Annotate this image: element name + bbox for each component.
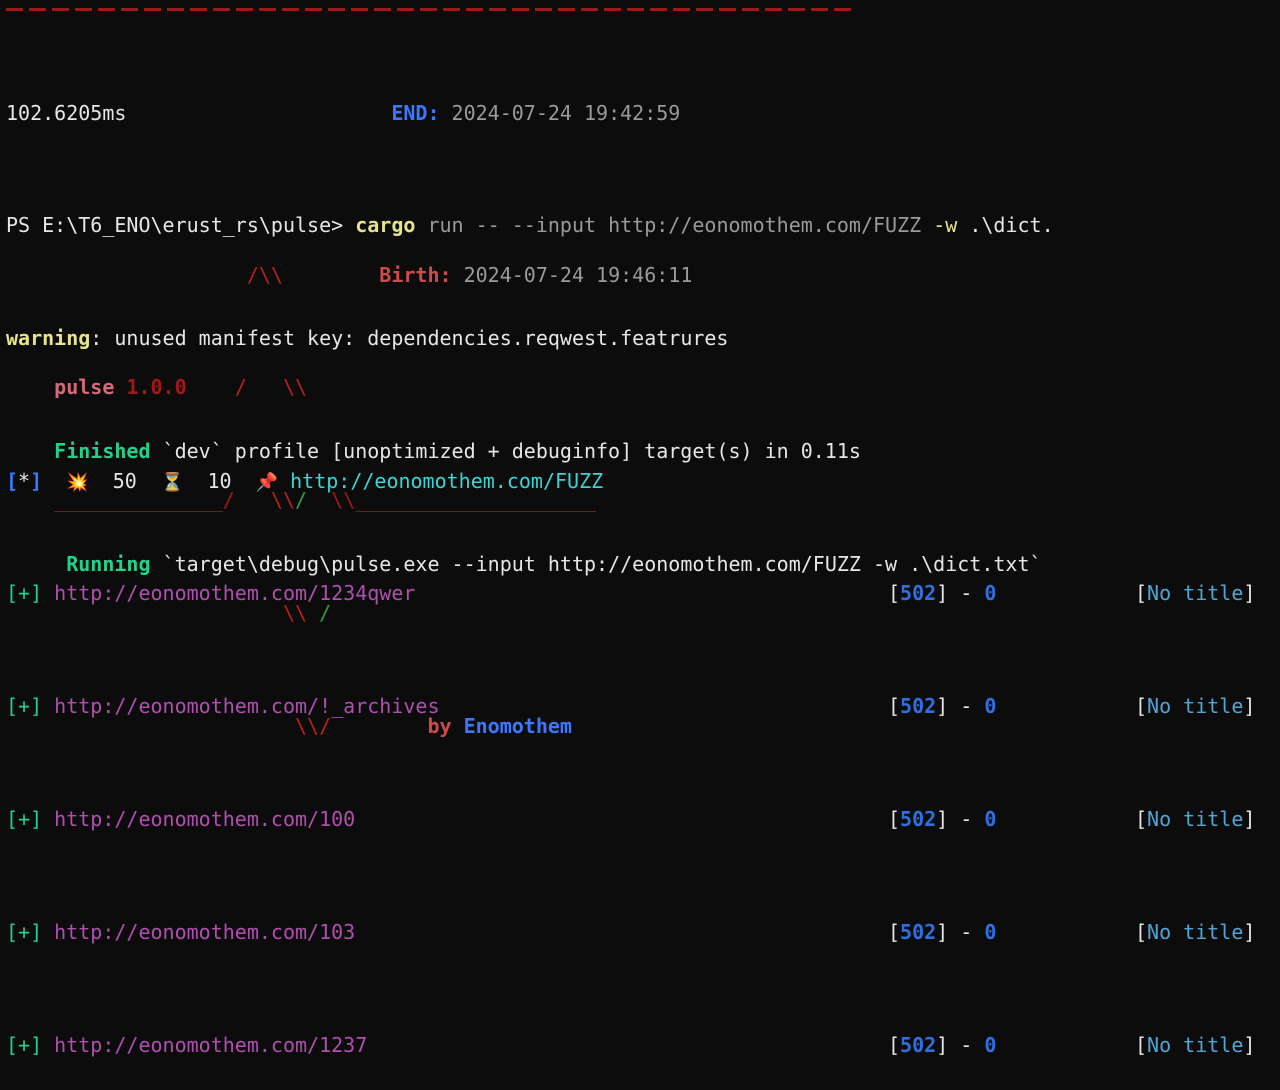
- thread-count: 50: [112, 468, 137, 493]
- title-bracket-open: [: [1135, 919, 1148, 944]
- banner-line-1: /\\ Birth: 2024-07-24 19:46:11: [0, 261, 1280, 289]
- page-title: No title: [1147, 807, 1244, 831]
- response-size: 0: [984, 807, 997, 831]
- response-size: 0: [984, 581, 997, 606]
- status-bracket-close: ]: [936, 1032, 949, 1057]
- result-status-group: [502] - 0: [888, 805, 996, 833]
- status-marker-char: *: [18, 468, 31, 493]
- result-title-group: [No title]: [1135, 1031, 1255, 1059]
- separator-dash: -: [960, 581, 973, 606]
- result-marker: [+]: [6, 1032, 43, 1057]
- response-size: 0: [984, 694, 997, 719]
- status-code: 502: [900, 694, 937, 719]
- result-marker: [+]: [6, 581, 43, 606]
- result-url[interactable]: http://eonomothem.com/100: [54, 807, 355, 831]
- top-divider-rule: [6, 8, 855, 11]
- response-size: 0: [984, 1032, 997, 1057]
- table-row[interactable]: [+] http://eonomothem.com/103 [502] - 0 [N…: [0, 918, 1280, 946]
- birth-timestamp: 2024-07-24 19:46:11: [463, 262, 693, 287]
- result-marker: [+]: [6, 807, 43, 831]
- status-bracket-open: [: [888, 694, 901, 719]
- banner-art-top: /\\: [246, 262, 283, 287]
- result-title-group: [No title]: [1135, 918, 1255, 946]
- end-label: END:: [391, 100, 440, 125]
- title-bracket-close: ]: [1243, 1032, 1256, 1057]
- result-marker: [+]: [6, 919, 43, 944]
- title-bracket-open: [: [1135, 1032, 1148, 1057]
- result-title-group: [No title]: [1135, 579, 1255, 607]
- status-code: 502: [900, 919, 937, 944]
- result-url[interactable]: http://eonomothem.com/1234qwer: [54, 581, 415, 605]
- page-title: No title: [1147, 1032, 1244, 1057]
- result-status-group: [502] - 0: [888, 1031, 996, 1059]
- separator-dash: -: [960, 807, 973, 831]
- scan-status-line: [*] 💥 50 ⏳ 10 📌 http://eonomothem.com/FU…: [0, 467, 1280, 495]
- result-url[interactable]: http://eonomothem.com/1237: [54, 1033, 367, 1057]
- elapsed-time: 102.6205ms: [6, 100, 127, 125]
- result-marker: [+]: [6, 694, 43, 719]
- status-bracket-close: ]: [936, 919, 949, 944]
- title-bracket-open: [: [1135, 581, 1148, 606]
- status-bracket-open: [: [6, 468, 19, 493]
- status-bracket-close: ]: [936, 694, 949, 719]
- table-row[interactable]: [+] http://eonomothem.com/!_archives [502…: [0, 692, 1280, 720]
- birth-label: Birth:: [379, 262, 452, 287]
- table-row[interactable]: [+] http://eonomothem.com/100 [502] - 0 [N…: [0, 805, 1280, 833]
- table-row[interactable]: [+] http://eonomothem.com/1237 [502] - 0[…: [0, 1031, 1280, 1059]
- title-bracket-close: ]: [1243, 807, 1256, 831]
- status-code: 502: [900, 581, 937, 606]
- status-bracket-close: ]: [936, 807, 949, 831]
- scan-results-block: [*] 💥 50 ⏳ 10 📌 http://eonomothem.com/FU…: [0, 382, 1280, 1090]
- table-row[interactable]: [+] http://eonomothem.com/1234qwer [502] …: [0, 579, 1280, 607]
- status-bracket-open: [: [888, 1032, 901, 1057]
- result-status-group: [502] - 0: [888, 918, 996, 946]
- separator-dash: -: [960, 919, 973, 944]
- title-bracket-open: [: [1135, 694, 1148, 719]
- status-bracket-open: [: [888, 919, 901, 944]
- title-bracket-close: ]: [1243, 919, 1256, 944]
- status-code: 502: [900, 807, 937, 831]
- status-bracket-open: [: [888, 807, 901, 831]
- terminal-window[interactable]: 102.6205ms END: 2024-07-24 19:42:59 PS E…: [0, 0, 1280, 1057]
- title-bracket-close: ]: [1243, 581, 1256, 606]
- result-title-group: [No title]: [1135, 692, 1255, 720]
- boom-icon: 💥: [66, 471, 89, 493]
- result-url[interactable]: http://eonomothem.com/!_archives: [54, 694, 439, 718]
- timeout-value: 10: [207, 468, 232, 493]
- title-bracket-close: ]: [1243, 694, 1256, 719]
- status-bracket-open: [: [888, 581, 901, 606]
- page-title: No title: [1147, 919, 1244, 944]
- hourglass-icon: ⏳: [160, 471, 184, 493]
- page-title: No title: [1147, 694, 1244, 719]
- page-title: No title: [1147, 581, 1244, 606]
- pushpin-icon: 📌: [255, 471, 279, 493]
- status-bracket-close: ]: [936, 581, 949, 606]
- status-code: 502: [900, 1032, 937, 1057]
- separator-dash: -: [960, 694, 973, 719]
- response-size: 0: [984, 919, 997, 944]
- elapsed-and-end-line: 102.6205ms END: 2024-07-24 19:42:59: [0, 99, 1280, 127]
- end-timestamp: 2024-07-24 19:42:59: [451, 100, 681, 125]
- title-bracket-open: [: [1135, 807, 1148, 831]
- result-status-group: [502] - 0: [888, 579, 996, 607]
- ascii-art-banner: /\\ Birth: 2024-07-24 19:46:11 pulse 1.0…: [0, 176, 1280, 738]
- result-url[interactable]: http://eonomothem.com/103: [54, 920, 355, 944]
- result-title-group: [No title]: [1135, 805, 1255, 833]
- target-url: http://eonomothem.com/FUZZ: [290, 468, 604, 493]
- separator-dash: -: [960, 1032, 973, 1057]
- status-bracket-close: ]: [30, 468, 43, 493]
- result-status-group: [502] - 0: [888, 692, 996, 720]
